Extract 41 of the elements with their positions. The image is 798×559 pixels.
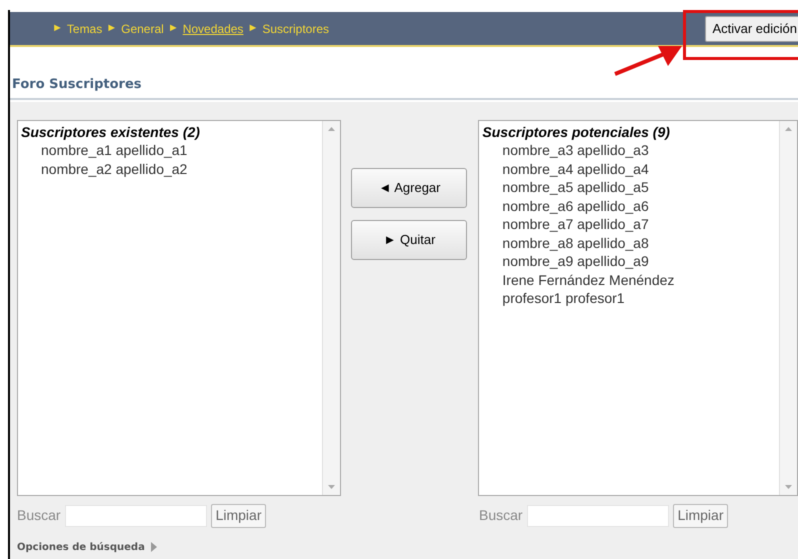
scroll-down-icon[interactable]: [328, 484, 335, 488]
list-option[interactable]: profesor1 profesor1: [482, 289, 625, 308]
list-option[interactable]: nombre_a5 apellido_a5: [482, 178, 649, 196]
list-option[interactable]: nombre_a9 apellido_a9: [482, 252, 649, 270]
listbox[interactable]: [478, 120, 798, 496]
search-field[interactable]: [526, 504, 669, 526]
breadcrumb-item[interactable]: General: [121, 20, 164, 38]
scroll-up-icon[interactable]: [785, 126, 792, 130]
group-heading: Suscriptores existentes (2): [21, 122, 201, 141]
search-options-link[interactable]: Opciones de búsqueda: [17, 540, 145, 554]
scroll-down-icon[interactable]: [785, 484, 792, 488]
search-label: Buscar: [479, 506, 523, 525]
list-option[interactable]: nombre_a1 apellido_a1: [21, 141, 188, 160]
edit-button[interactable]: Activar edición: [705, 16, 798, 42]
list-option[interactable]: nombre_a7 apellido_a7: [482, 215, 649, 234]
list-option[interactable]: nombre_a4 apellido_a4: [482, 160, 649, 178]
move-button[interactable]: ◄ Agregar: [351, 168, 468, 208]
group-heading: Suscriptores potenciales (9): [482, 122, 671, 141]
clear-button[interactable]: Limpiar: [672, 504, 728, 528]
move-button[interactable]: ► Quitar: [351, 220, 468, 260]
list-option[interactable]: Irene Fernández Menéndez: [482, 270, 674, 289]
breadcrumb-separator: ►: [52, 21, 63, 36]
list-option[interactable]: nombre_a8 apellido_a8: [482, 234, 649, 252]
search-label: Buscar: [17, 506, 61, 525]
list-option[interactable]: nombre_a6 apellido_a6: [482, 196, 649, 215]
breadcrumb-separator: ►: [168, 21, 179, 36]
search-field[interactable]: [64, 504, 207, 526]
breadcrumb-separator: ►: [247, 21, 258, 36]
clear-button[interactable]: Limpiar: [210, 504, 266, 528]
scrollbar[interactable]: [322, 120, 340, 494]
breadcrumb-item[interactable]: Temas: [66, 20, 102, 38]
page-title: Foro Suscriptores: [10, 75, 798, 100]
breadcrumb-item[interactable]: Suscriptores: [262, 20, 330, 38]
list-option[interactable]: nombre_a3 apellido_a3: [482, 141, 649, 160]
expand-icon[interactable]: [150, 542, 157, 552]
scroll-up-icon[interactable]: [328, 126, 335, 130]
list-option[interactable]: nombre_a2 apellido_a2: [21, 160, 188, 178]
breadcrumb-separator: ►: [106, 21, 118, 36]
listbox[interactable]: Suscriptores existentes (2) nombre_a1 apellido_a1 nombre_a2 apellido_a2: [17, 120, 341, 496]
scrollbar[interactable]: [779, 120, 797, 494]
breadcrumb-link[interactable]: Novedades: [182, 20, 244, 38]
